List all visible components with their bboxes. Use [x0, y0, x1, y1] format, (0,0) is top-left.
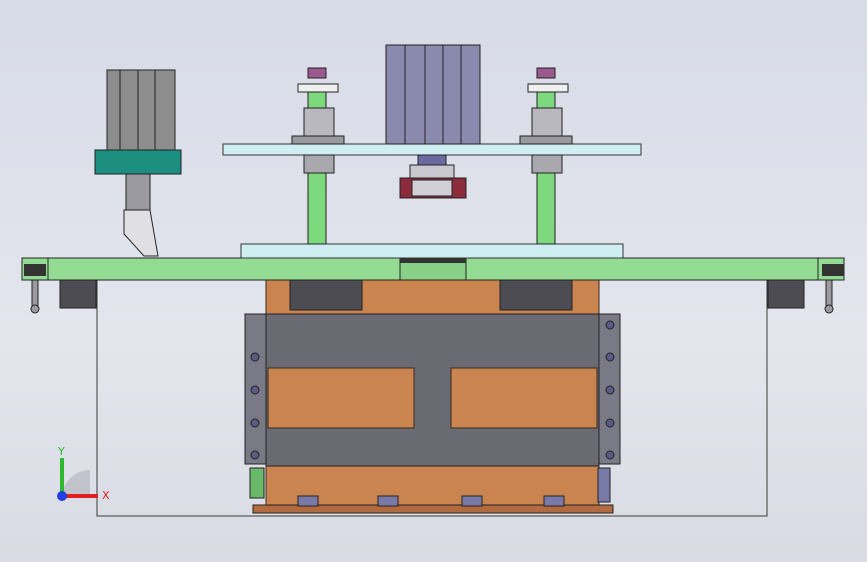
lower-cyan-plate	[240, 243, 624, 259]
center-motor	[385, 44, 481, 199]
coordinate-triad: Y X	[57, 445, 110, 502]
left-cylinder	[94, 69, 182, 257]
cad-drawing: Y X	[21, 44, 845, 517]
gray-frame	[244, 313, 621, 467]
z-axis-dot	[57, 491, 67, 501]
upper-cyan-plate	[222, 143, 642, 156]
y-axis-label: Y	[57, 445, 65, 458]
cad-viewport[interactable]: Y X	[0, 0, 867, 562]
x-axis-label: X	[102, 489, 110, 502]
main-green-plate	[21, 257, 845, 281]
linear-bearing-right	[519, 67, 573, 174]
linear-bearing-left	[291, 67, 345, 174]
